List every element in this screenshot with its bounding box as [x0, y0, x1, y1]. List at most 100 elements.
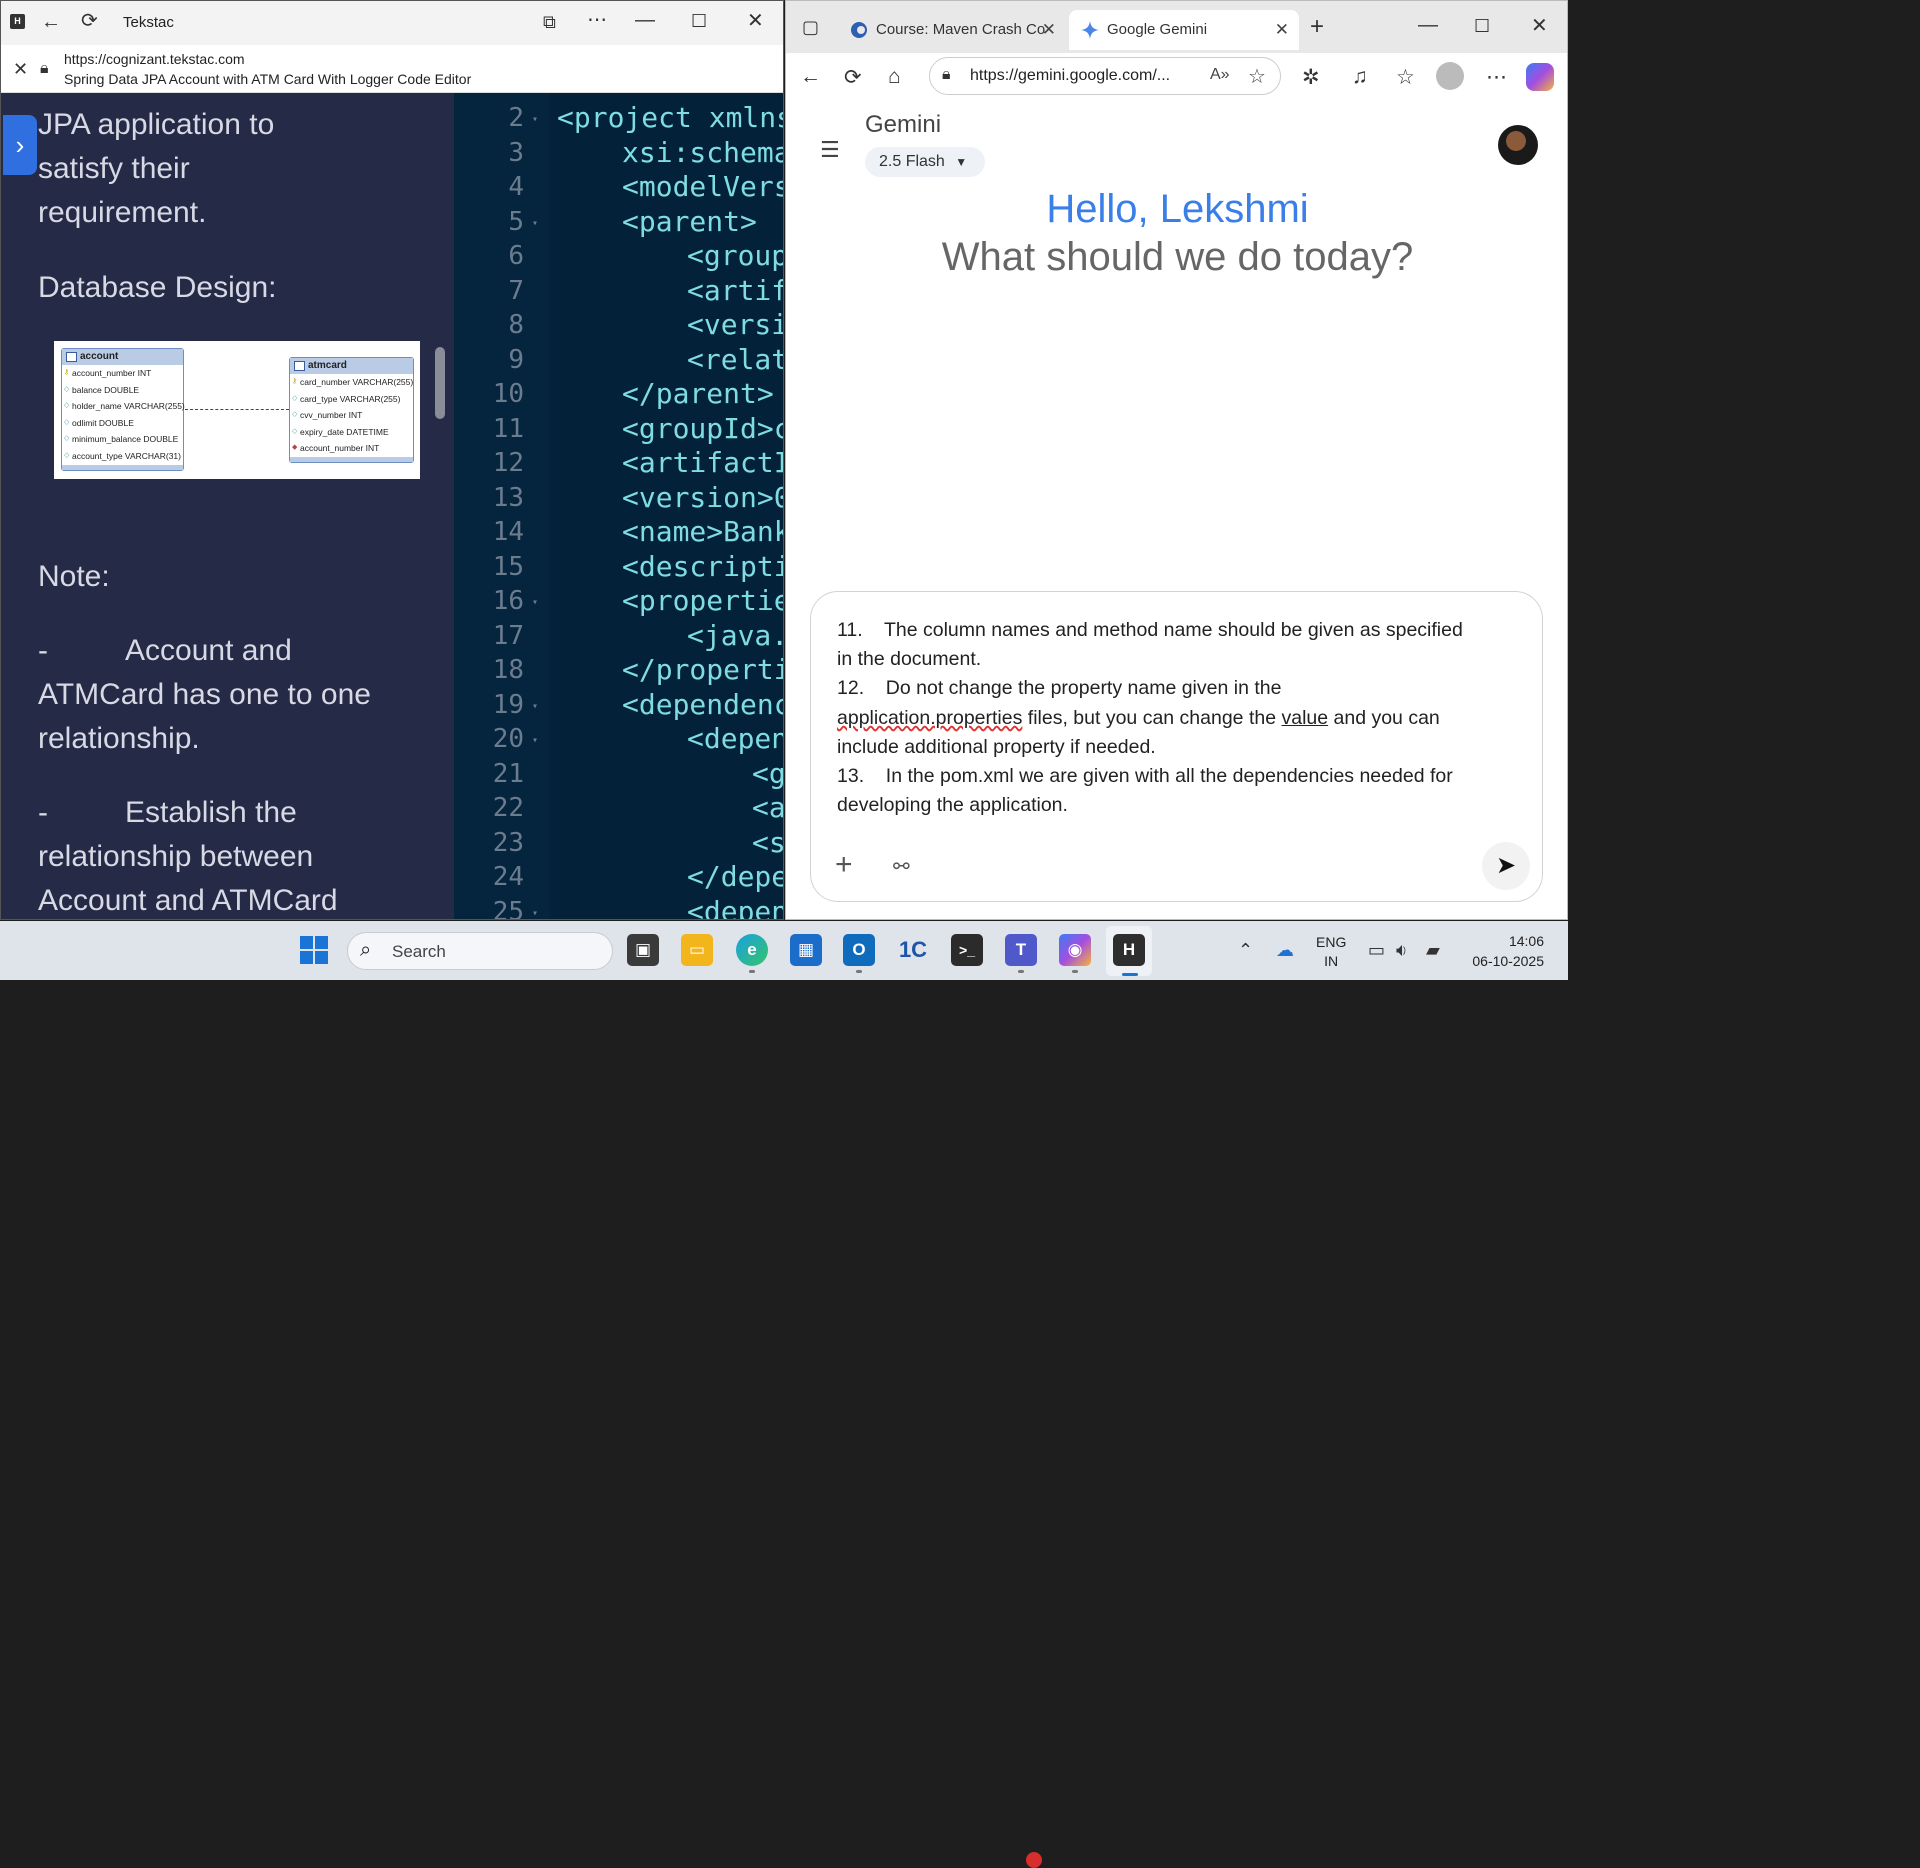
terminal-icon[interactable]: >_ [951, 934, 983, 966]
code-line[interactable]: <dependenc [622, 688, 783, 723]
code-line[interactable]: <project xmlns [557, 101, 783, 136]
code-line[interactable]: <relat [687, 343, 783, 378]
fold-chevron-icon[interactable]: ▾ [532, 218, 538, 229]
code-line[interactable]: <depen [687, 895, 783, 920]
prompt-text-line[interactable]: include additional property if needed. [837, 733, 1156, 762]
doc-scrollbar-thumb[interactable] [435, 347, 445, 419]
language-indicator[interactable]: ENG IN [1316, 933, 1346, 971]
fold-chevron-icon[interactable]: ▾ [532, 735, 538, 746]
favorites-icon[interactable]: ☆ [1396, 65, 1415, 90]
prompt-text-line[interactable]: developing the application. [837, 791, 1068, 820]
code-line[interactable]: <artif [687, 274, 783, 309]
onedrive-icon[interactable]: ☁ [1276, 940, 1294, 961]
prompt-text-line[interactable]: 11. The column names and method name sho… [837, 616, 1463, 645]
network-icon[interactable]: ▭ [1368, 940, 1385, 961]
code-line[interactable]: <modelVers [622, 170, 783, 205]
code-line[interactable]: <artifactI [622, 446, 783, 481]
prompt-text-line[interactable]: in the document. [837, 645, 981, 674]
favorite-star-icon[interactable]: ☆ [1248, 64, 1266, 89]
code-line[interactable]: </depe [687, 860, 783, 895]
code-line[interactable]: <depen [687, 722, 783, 757]
code-line[interactable]: <s [752, 826, 783, 861]
copilot-app-icon[interactable]: ◉ [1059, 934, 1091, 966]
code-editor[interactable]: 2 ▾ 3 4 5 ▾ 6 7 8 9 10 11 12 13 14 15 16 ▾ 17 18 19 ▾ 20 ▾ 21 22 2… [454, 93, 783, 920]
code-line[interactable]: <groupId>c [622, 412, 783, 447]
code-line[interactable]: <g [752, 757, 783, 792]
back-arrow-icon[interactable]: ← [41, 12, 61, 32]
erd-table-name: atmcard [290, 358, 413, 374]
refresh-icon[interactable]: ⟳ [844, 65, 862, 90]
prompt-text-line[interactable]: 13. In the pom.xml we are given with all… [837, 762, 1453, 791]
fold-chevron-icon[interactable]: ▾ [532, 597, 538, 608]
hamburger-menu-icon[interactable]: ☰ [820, 137, 840, 163]
refresh-icon[interactable]: ⟳ [81, 11, 98, 31]
battery-icon[interactable]: ▰ [1426, 940, 1440, 961]
maximize-icon[interactable]: ☐ [1474, 16, 1490, 36]
prompt-text-line[interactable]: application.properties files, but you ca… [837, 704, 1440, 733]
task-view-icon[interactable]: ▣ [627, 934, 659, 966]
volume-icon[interactable]: 🔉︎ [1396, 940, 1407, 961]
new-tab-icon[interactable]: + [1310, 15, 1324, 39]
app-view-icon[interactable]: ⧉ [543, 12, 556, 32]
home-icon[interactable]: ⌂ [888, 65, 901, 89]
code-line[interactable]: <a [752, 791, 783, 826]
edge-browser-icon[interactable]: e [736, 934, 768, 966]
chevron-up-icon[interactable]: ⌃ [1238, 940, 1253, 961]
more-options-icon[interactable]: ⋯ [587, 10, 607, 30]
maximize-icon[interactable]: ☐ [691, 11, 707, 31]
add-attachment-icon[interactable]: + [835, 850, 853, 880]
code-line[interactable]: </parent> [622, 377, 774, 412]
close-tab-icon[interactable]: ✕ [1275, 10, 1289, 50]
tools-icon[interactable]: ⚯ [893, 854, 910, 879]
code-line[interactable]: <descripti [622, 550, 783, 585]
fold-chevron-icon[interactable]: ▾ [532, 701, 538, 712]
tab-actions-icon[interactable]: ▢ [802, 17, 819, 37]
address-text[interactable]: https://gemini.google.com/... [970, 67, 1170, 85]
close-window-icon[interactable]: ✕ [1531, 16, 1548, 36]
expand-panel-button[interactable]: › [3, 115, 37, 175]
page-url[interactable]: https://cognizant.tekstac.com [64, 51, 245, 67]
read-aloud-icon[interactable]: A» [1210, 66, 1230, 84]
tekstac-app-icon[interactable]: H [1113, 934, 1145, 966]
code-line[interactable]: <version>0 [622, 481, 783, 516]
code-line[interactable]: <parent> [622, 205, 757, 240]
code-line[interactable]: <java. [687, 619, 783, 654]
close-window-icon[interactable]: ✕ [747, 11, 764, 31]
address-bar[interactable]: 🔒︎ https://gemini.google.com/... A» ☆ [929, 57, 1281, 95]
copilot-icon[interactable] [1526, 63, 1554, 91]
file-explorer-icon[interactable]: ▭ [681, 934, 713, 966]
site-info-icon[interactable]: 🔒︎ [942, 66, 951, 84]
prompt-text-line[interactable]: 12. Do not change the property name give… [837, 674, 1281, 703]
outlook-icon[interactable]: O [843, 934, 875, 966]
code-line[interactable]: xsi:schema [622, 136, 783, 171]
stop-loading-icon[interactable]: ✕ [13, 59, 28, 79]
code-line[interactable]: <versi [687, 308, 783, 343]
profile-avatar[interactable] [1436, 62, 1464, 90]
code-line[interactable]: <group [687, 239, 783, 274]
fold-chevron-icon[interactable]: ▾ [532, 908, 538, 919]
user-avatar[interactable] [1498, 125, 1538, 165]
start-button[interactable] [300, 936, 328, 964]
close-tab-icon[interactable]: ✕ [1042, 10, 1056, 50]
teams-icon[interactable]: T [1005, 934, 1037, 966]
taskbar-search[interactable]: ⌕ Search [347, 932, 613, 970]
code-line[interactable]: <name>Bank [622, 515, 783, 550]
tab-maven-course[interactable]: Course: Maven Crash Co ✕ [838, 10, 1066, 50]
tab-google-gemini[interactable]: Google Gemini ✕ [1069, 10, 1299, 50]
prompt-input-box[interactable]: 11. The column names and method name sho… [810, 591, 1543, 902]
minimize-icon[interactable]: — [1418, 15, 1438, 35]
media-icon[interactable]: ♫ [1352, 65, 1368, 89]
clock[interactable]: 14:06 06-10-2025 [1468, 931, 1544, 971]
model-selector[interactable]: 2.5 Flash ▼ [865, 147, 985, 177]
lock-icon[interactable]: 🔒︎ [40, 59, 49, 79]
minimize-icon[interactable]: — [635, 10, 655, 30]
back-arrow-icon[interactable]: ← [800, 65, 821, 89]
code-line[interactable]: <propertie [622, 584, 783, 619]
send-button[interactable]: ➤ [1482, 842, 1530, 890]
fold-chevron-icon[interactable]: ▾ [532, 114, 538, 125]
onec-app-icon[interactable]: 1C [897, 934, 929, 966]
code-line[interactable]: </properti [622, 653, 783, 688]
settings-more-icon[interactable]: ⋯ [1486, 65, 1507, 90]
extensions-icon[interactable]: ✲ [1302, 65, 1320, 90]
microsoft-store-icon[interactable]: ▦ [790, 934, 822, 966]
